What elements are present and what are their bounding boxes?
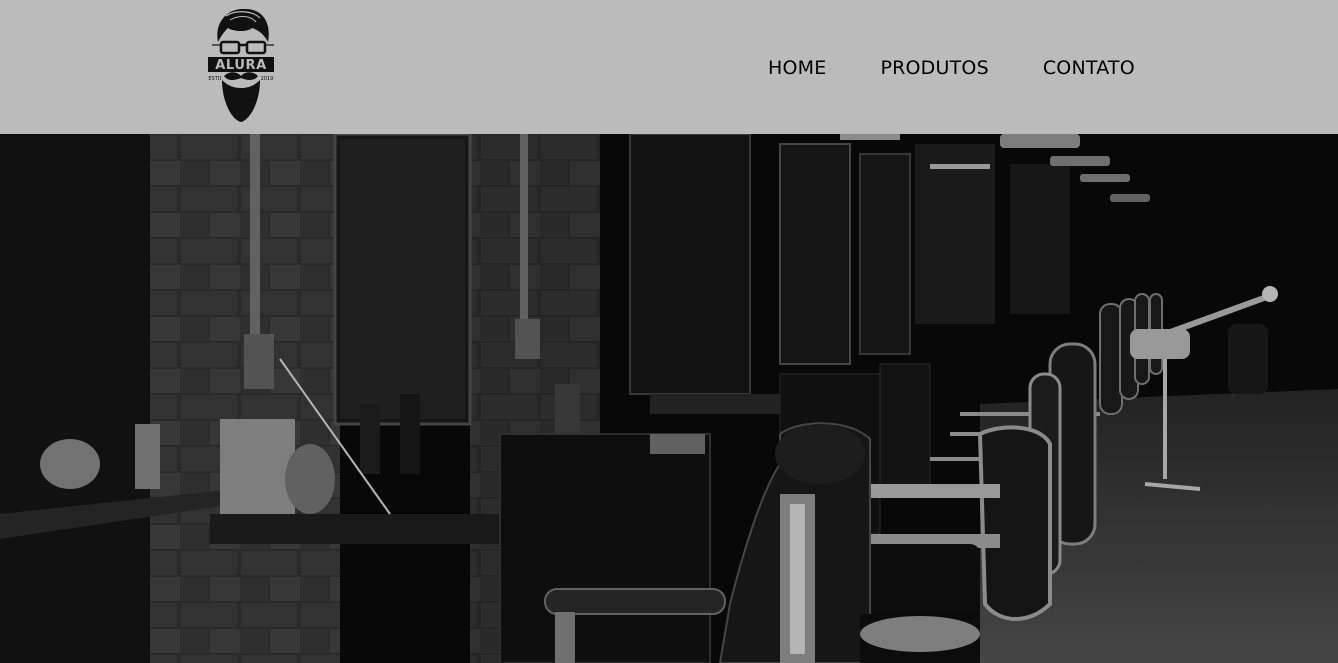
nav-produtos-link[interactable]: PRODUTOS bbox=[880, 57, 988, 79]
logo-year-label: 2019 bbox=[261, 76, 274, 82]
nav-home-link[interactable]: HOME bbox=[768, 57, 826, 79]
barbershop-interior-photo bbox=[0, 134, 1338, 663]
bearded-man-logo-icon: ALURA ESTD 2019 bbox=[208, 8, 274, 122]
logo-link[interactable]: ALURA ESTD 2019 bbox=[204, 6, 278, 124]
nav-contato-link[interactable]: CONTATO bbox=[1043, 57, 1135, 79]
hero-banner bbox=[0, 134, 1338, 663]
site-header: ALURA ESTD 2019 HOME PRODUTOS CONTATO bbox=[0, 0, 1338, 134]
logo-estd-label: ESTD bbox=[208, 76, 221, 82]
main-nav: HOME PRODUTOS CONTATO bbox=[768, 57, 1135, 79]
logo-brand-text: ALURA bbox=[215, 58, 267, 73]
